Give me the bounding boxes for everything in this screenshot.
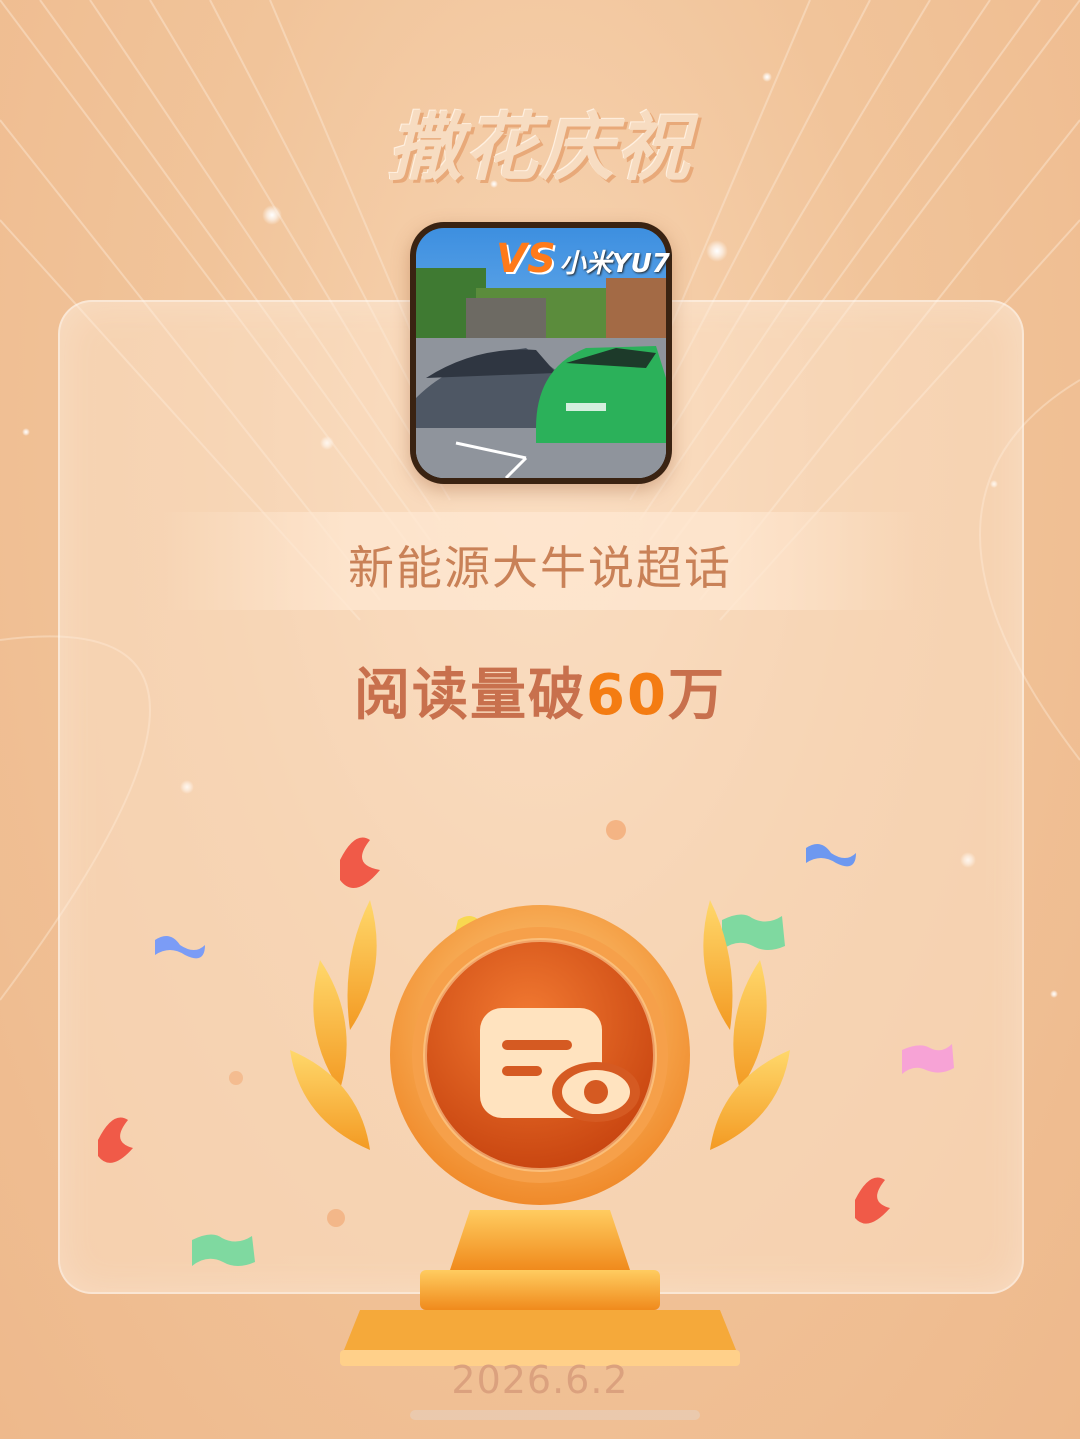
sparkle <box>762 72 772 82</box>
milestone-unit: 万 <box>667 663 726 728</box>
milestone-number: 60 <box>586 663 668 728</box>
trophy-badge <box>290 900 790 1366</box>
thumbnail-caption: VS 小米YU7 <box>496 236 670 282</box>
achievement-date: 2026.6.2 <box>451 1358 629 1402</box>
sparkle <box>706 240 728 262</box>
vs-badge: VS <box>496 236 556 282</box>
post-thumbnail[interactable]: VS 小米YU7 <box>410 222 672 484</box>
sparkle <box>22 428 30 436</box>
milestone-text: 阅读量破60万 <box>0 650 1080 731</box>
celebration-title: 撒花庆祝 <box>388 105 692 191</box>
car-model-label: 小米YU7 <box>559 249 670 279</box>
watermark <box>410 1410 700 1420</box>
topic-name[interactable]: 新能源大牛说超话 <box>0 532 1080 598</box>
sparkle <box>262 205 282 225</box>
milestone-prefix: 阅读量破 <box>354 663 587 728</box>
